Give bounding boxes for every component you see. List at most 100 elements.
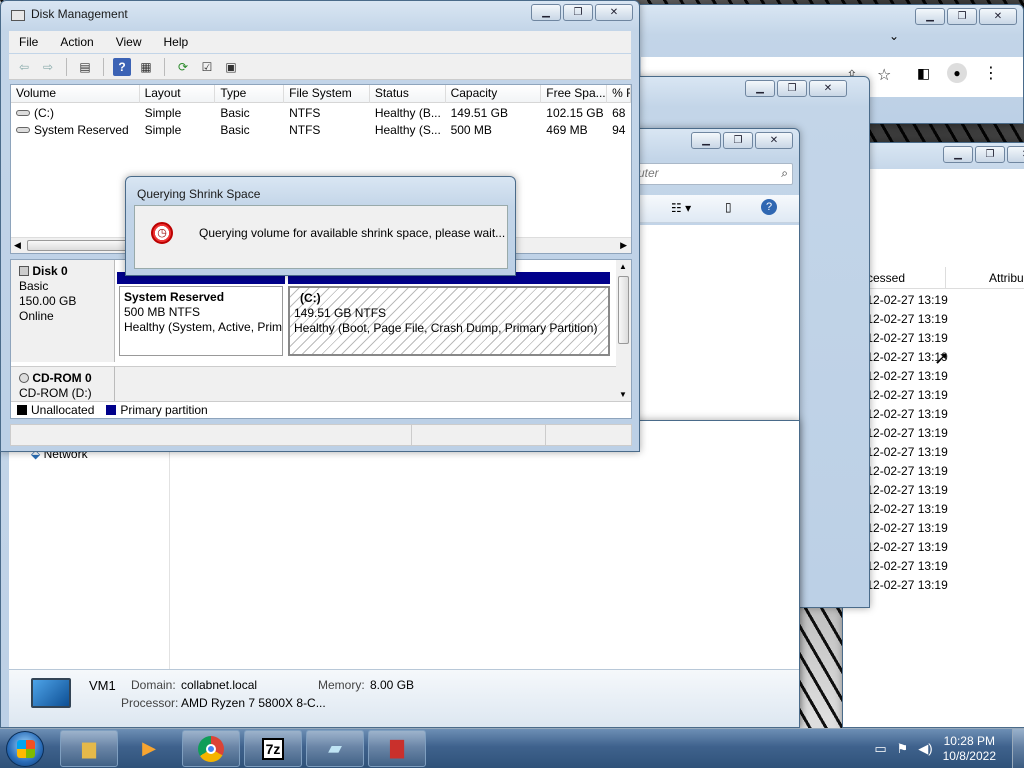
table-row[interactable]: (C:) Simple Basic NTFS Healthy (B... 149…	[11, 105, 631, 122]
more-menu-icon[interactable]: ⋮	[983, 63, 999, 83]
maximize-button[interactable]: ❐	[947, 8, 977, 25]
sidebar-icon[interactable]: ◧	[917, 65, 930, 82]
search-input[interactable]: uter ⌕	[633, 163, 793, 185]
taskbar-notepad[interactable]: ▰	[306, 730, 364, 767]
notepad-icon: ▰	[328, 738, 342, 758]
bookmark-star-icon[interactable]: ☆	[877, 65, 891, 85]
maximize-button[interactable]: ❐	[777, 80, 807, 97]
close-button[interactable]: ✕	[755, 132, 793, 149]
table-row[interactable]: System Reserved Simple Basic NTFS Health…	[11, 122, 631, 139]
taskbar-chrome[interactable]	[182, 730, 240, 767]
maximize-button[interactable]: ❐	[563, 4, 593, 21]
column-capacity[interactable]: Capacity	[446, 85, 542, 103]
folder-icon: ▆	[82, 738, 96, 758]
taskbar: ▆ ▶ 7z ▰ ▇ ▭ ⚑ ◀) 10:28 PM 10/8/2022	[0, 728, 1024, 768]
volume-list-header: Volume Layout Type File System Status Ca…	[11, 85, 631, 103]
column-free-space[interactable]: Free Spa...	[541, 85, 608, 103]
processor-value: AMD Ryzen 7 5800X 8-C...	[181, 696, 326, 710]
search-icon: ⌕	[781, 166, 788, 180]
maximize-button[interactable]: ❐	[975, 146, 1005, 163]
minimize-button[interactable]: ▁	[531, 4, 561, 21]
clock[interactable]: 10:28 PM 10/8/2022	[943, 734, 996, 764]
column-header: Accessed Attribu	[843, 267, 1024, 289]
domain-value: collabnet.local	[181, 678, 258, 692]
preview-pane-icon[interactable]: ▯	[725, 200, 732, 214]
scroll-right-icon[interactable]: ▶	[620, 240, 627, 251]
cdrom-area[interactable]	[115, 366, 617, 402]
sevenzip-icon: 7z	[261, 737, 285, 760]
close-button[interactable]: ✕	[595, 4, 633, 21]
dialog-title: Querying Shrink Space	[137, 187, 261, 201]
column-file-system[interactable]: File System	[284, 85, 370, 103]
menu-file[interactable]: File	[19, 35, 38, 49]
taskbar-7zip[interactable]: 7z	[244, 730, 302, 767]
maximize-button[interactable]: ❐	[723, 132, 753, 149]
column-layout[interactable]: Layout	[140, 85, 216, 103]
close-button[interactable]: ✕	[1007, 146, 1024, 163]
status-bar	[10, 424, 632, 446]
partition-system-reserved[interactable]: System Reserved 500 MB NTFS Healthy (Sys…	[119, 286, 283, 356]
column-type[interactable]: Type	[215, 85, 285, 103]
menu-help[interactable]: Help	[164, 35, 189, 49]
toolbox-icon: ▇	[390, 738, 404, 758]
minimize-button[interactable]: ▁	[915, 8, 945, 25]
scroll-thumb[interactable]	[618, 276, 629, 344]
rescan-disks-icon[interactable]: ▣	[222, 58, 240, 76]
column-attributes[interactable]: Attribu	[989, 271, 1024, 285]
minimize-button[interactable]: ▁	[943, 146, 973, 163]
back-arrow-icon[interactable]: ⇦	[15, 58, 33, 76]
chrome-icon	[198, 735, 224, 762]
forward-arrow-icon[interactable]: ⇨	[39, 58, 57, 76]
disk-graphical-view: Disk 0 Basic 150.00 GB Online System Res…	[10, 259, 632, 419]
network-tray-icon[interactable]: ▭	[874, 741, 886, 757]
details-pane: VM1 Domain: collabnet.local Memory: 8.00…	[9, 669, 799, 727]
computer-name: VM1	[89, 678, 116, 693]
start-button[interactable]	[6, 731, 44, 767]
chevron-down-icon[interactable]: ⌄	[889, 29, 899, 43]
querying-shrink-space-dialog[interactable]: Querying Shrink Space ◷ Querying volume …	[125, 176, 516, 276]
close-button[interactable]: ✕	[809, 80, 847, 97]
command-bar: ☷ ▾ ▯ ?	[613, 195, 799, 223]
column-volume[interactable]: Volume	[11, 85, 140, 103]
minimize-button[interactable]: ▁	[691, 132, 721, 149]
legend-primary-swatch	[106, 405, 117, 415]
column-status[interactable]: Status	[370, 85, 446, 103]
console-tree-icon[interactable]: ▤	[76, 58, 94, 76]
computer-window[interactable]: ⬙ Network VM1 Domain: collabnet.local Me…	[0, 420, 800, 728]
memory-value: 8.00 GB	[370, 678, 415, 692]
taskbar-computer-management[interactable]: ▇	[368, 730, 426, 767]
menu-view[interactable]: View	[116, 35, 142, 49]
taskbar-explorer[interactable]: ▆	[60, 730, 118, 767]
help-icon[interactable]: ?	[761, 199, 777, 215]
scroll-up-icon[interactable]: ▲	[619, 262, 627, 271]
minimize-button[interactable]: ▁	[745, 80, 775, 97]
show-hide-icon[interactable]: ▦	[137, 58, 155, 76]
refresh-icon[interactable]: ⟳	[174, 58, 192, 76]
profile-avatar-icon[interactable]: ●	[947, 63, 967, 83]
disk-management-icon	[11, 10, 25, 21]
partition-c[interactable]: (C:) 149.51 GB NTFS Healthy (Boot, Page …	[288, 286, 610, 356]
mouse-cursor-icon: ➚	[934, 348, 950, 368]
clock-icon: ◷	[151, 222, 173, 244]
dialog-message: Querying volume for available shrink spa…	[199, 226, 506, 240]
column-percent-free[interactable]: % F	[607, 85, 631, 103]
legend-unallocated-swatch	[17, 405, 27, 415]
scroll-left-icon[interactable]: ◀	[14, 240, 21, 251]
show-desktop-button[interactable]	[1012, 729, 1024, 768]
menu-bar: File Action View Help	[9, 31, 631, 53]
disk0-label[interactable]: Disk 0 Basic 150.00 GB Online	[11, 260, 115, 362]
dialog-body: ◷ Querying volume for available shrink s…	[134, 205, 508, 269]
menu-action[interactable]: Action	[60, 35, 93, 49]
window-title: Disk Management	[31, 7, 128, 21]
scroll-down-icon[interactable]: ▼	[619, 390, 627, 399]
volume-icon[interactable]: ◀)	[918, 741, 932, 757]
media-player-icon: ▶	[142, 738, 156, 758]
action-center-icon[interactable]: ⚑	[897, 741, 909, 757]
close-button[interactable]: ✕	[979, 8, 1017, 25]
taskbar-media-player[interactable]: ▶	[120, 730, 178, 767]
cdrom-label[interactable]: CD-ROM 0 CD-ROM (D:)	[11, 366, 115, 402]
vertical-scrollbar[interactable]: ▲ ▼	[616, 260, 631, 401]
properties-icon[interactable]: ☑	[198, 58, 216, 76]
help-icon[interactable]: ?	[113, 57, 131, 76]
view-options-icon[interactable]: ☷ ▾	[671, 201, 691, 215]
